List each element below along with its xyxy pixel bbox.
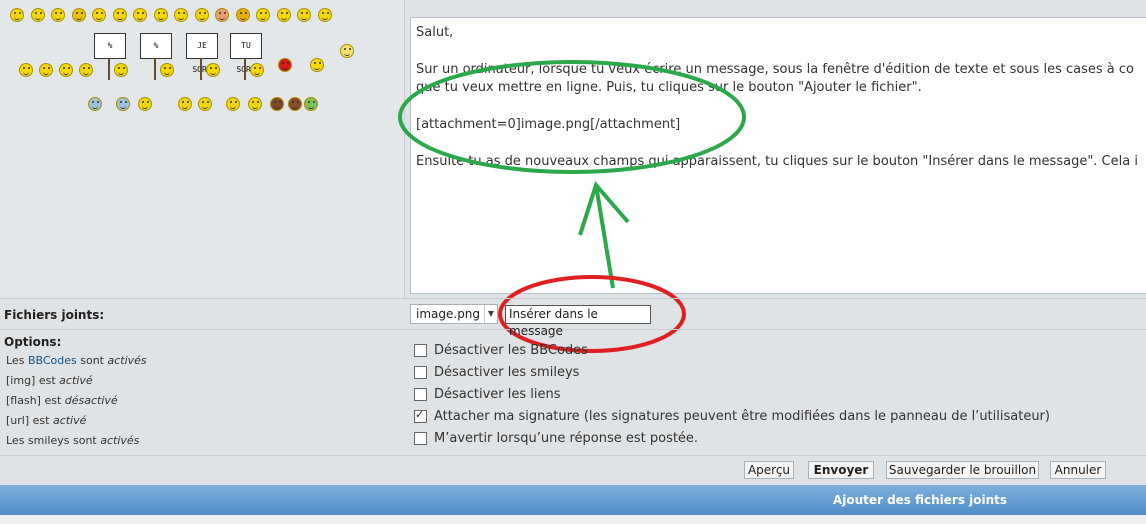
sign-smiley-icon[interactable]: % [94,33,126,59]
checkbox[interactable] [414,387,427,401]
wizard-smiley-icon[interactable] [340,44,354,58]
cool-smiley-icon[interactable] [133,8,147,22]
mad-hat-smiley-icon[interactable] [71,8,86,22]
separator [0,298,1146,299]
monkey-smiley-icon[interactable] [248,97,262,111]
smile-smiley-icon[interactable] [10,8,24,22]
option-status-prefix: Les [6,354,28,367]
option-status-prefix: Les smileys sont [6,434,101,447]
blush-smiley-icon[interactable] [194,8,209,22]
neutral-smiley-icon[interactable] [79,63,93,77]
mr-green-smiley-icon[interactable] [278,58,292,72]
green-smiley-icon[interactable] [304,97,318,111]
option-checkbox-label: Désactiver les smileys [434,364,580,380]
idea-smiley-icon[interactable] [39,63,53,77]
devil-smiley-icon[interactable] [288,97,302,111]
option-status-middle: sont [76,354,108,367]
checkbox[interactable] [414,343,427,357]
separator [0,455,1146,456]
option-status-line: [flash] est désactivé [6,394,118,407]
option-checkbox-row[interactable]: Attacher ma signature (les signatures pe… [414,407,1050,425]
editor-line: que tu veux mettre en ligne. Puis, tu cl… [416,80,922,96]
sick-smiley-icon[interactable] [116,97,130,111]
option-checkbox-label: Attacher ma signature (les signatures pe… [434,408,1050,424]
message-textarea[interactable]: Salut, Sur un ordinateur, lorsque tu veux… [410,17,1146,294]
editor-line: Sur un ordinateur, lorsque tu veux écrir… [416,61,1134,77]
sign-post [154,58,156,80]
attachment-select-value: image.png [416,307,481,321]
laugh-smiley-icon[interactable] [30,8,45,22]
option-status-state: désactivé [64,394,118,407]
checkbox-checked[interactable] [414,408,427,423]
confused-smiley-icon[interactable] [112,8,127,22]
preview-button[interactable]: Aperçu [744,461,794,479]
option-checkbox-row[interactable]: Désactiver les BBCodes [414,341,588,359]
checkbox[interactable] [414,431,427,445]
bear-smiley-icon[interactable] [270,97,284,111]
sign-smiley-icon[interactable]: JE SORS [186,33,218,74]
lol-smiley-icon[interactable] [256,8,270,22]
option-status-line: Les BBCodes sont activés [6,354,147,367]
option-checkbox-label: Désactiver les liens [434,386,561,402]
dizzy-smiley-icon[interactable] [276,8,291,22]
option-status-state: activé [52,414,87,427]
option-status-line: Les smileys sont activés [6,434,139,447]
separator [0,329,1146,330]
insert-in-message-button[interactable]: Insérer dans le message [505,305,651,338]
editor-line: Salut, [416,25,454,40]
smiley-panel: %% JE SORS TU SORS [0,0,405,298]
exclamation-smiley-icon[interactable] [317,8,332,22]
pirate-smoke-smiley-icon[interactable] [310,58,324,72]
option-checkbox-row[interactable]: Désactiver les liens [414,385,561,403]
sign-smiley-icon[interactable]: % [140,33,172,59]
option-status-line: [url] est activé [6,414,86,427]
wink-smiley-icon[interactable] [174,8,188,22]
surprised-smiley-icon[interactable] [297,8,311,22]
sign-post [200,58,202,80]
option-checkbox-label: Désactiver les BBCodes [434,342,588,358]
option-checkbox-row[interactable]: M’avertir lorsqu’une réponse est postée. [414,429,698,447]
sign-post [244,58,246,80]
option-status-state: activé [59,374,93,387]
sign-holder-smiley-icon[interactable] [160,63,174,77]
option-status-prefix: [img] est [6,374,60,387]
angry-smiley-icon[interactable] [215,8,229,22]
option-status-prefix: [url] est [6,414,53,427]
sleep-smiley-icon[interactable] [198,97,212,111]
in-love-smiley-icon[interactable] [226,97,240,111]
cheer-smiley-icon[interactable] [178,97,192,111]
cancel-button[interactable]: Annuler [1050,461,1106,479]
option-status-line: [img] est activé [6,374,93,387]
sign-holder-smiley-icon[interactable] [206,63,220,77]
section-content [0,515,1146,524]
sad-smiley-icon[interactable] [92,8,106,22]
submit-button[interactable]: Envoyer [808,461,874,479]
option-status-state: activés [100,434,140,447]
sign-smiley-icon[interactable]: TU SORS [230,33,262,74]
checkbox[interactable] [414,365,427,379]
bbcodes-link[interactable]: BBCodes [28,354,77,367]
sign-post [108,58,110,80]
angel-smiley-icon[interactable] [138,97,152,111]
save-draft-button[interactable]: Sauvegarder le brouillon [886,461,1039,479]
sign-holder-smiley-icon[interactable] [250,63,264,77]
attachments-label: Fichiers joints: [4,308,105,322]
add-attachments-tab[interactable]: Ajouter des fichiers joints [720,485,1120,515]
chevron-down-icon: ▼ [484,305,497,323]
editor-line: [attachment=0]image.png[/attachment] [416,117,681,132]
question-smiley-icon[interactable] [19,63,33,77]
option-status-state: activés [107,354,147,367]
sign-holder-smiley-icon[interactable] [114,63,128,77]
evil-smiley-icon[interactable] [235,8,250,22]
options-label: Options: [4,335,62,349]
attachment-select[interactable]: image.png ▼ [410,304,498,324]
option-checkbox-label: M’avertir lorsqu’une réponse est postée. [434,430,699,446]
grin-smiley-icon[interactable] [51,8,65,22]
option-checkbox-row[interactable]: Désactiver les smileys [414,363,579,381]
happy-smiley-icon[interactable] [153,8,168,22]
thumbs-up-smiley-icon[interactable] [88,97,102,111]
option-status-prefix: [flash] est [6,394,65,407]
arrow-smiley-icon[interactable] [59,63,73,77]
editor-line: Ensuite tu as de nouveaux champs qui app… [416,153,1138,169]
